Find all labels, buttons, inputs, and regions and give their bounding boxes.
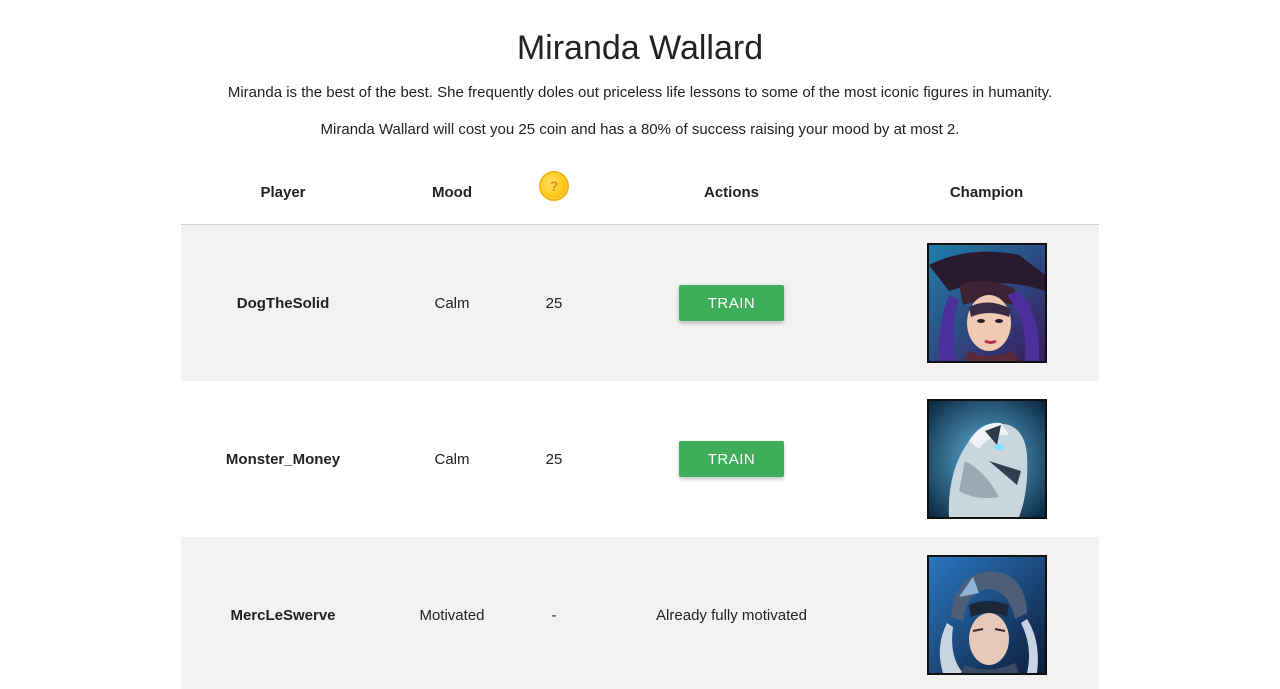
player-name: MercLeSwerve [230, 606, 336, 624]
hatted-sharpshooter-portrait-icon [926, 243, 1047, 363]
trainer-page: Miranda Wallard Miranda is the best of t… [0, 0, 1280, 689]
column-header-coin: ? [519, 160, 589, 224]
table-row: MercLeSwerve Motivated - Already fully m… [181, 537, 1099, 689]
players-table: Player Mood ? Actions Champion DogTheSol… [181, 160, 1099, 689]
player-mood: Calm [434, 450, 470, 468]
trainer-description: Miranda is the best of the best. She fre… [227, 84, 1053, 101]
table-row: Monster_Money Calm 25 TRAIN [181, 381, 1099, 537]
train-button[interactable]: TRAIN [679, 285, 784, 321]
trainer-cost-line: Miranda Wallard will cost you 25 coin an… [320, 121, 960, 138]
player-mood: Calm [434, 294, 470, 312]
player-name: Monster_Money [225, 450, 341, 468]
column-header-actions: Actions [703, 183, 759, 201]
training-cost: 25 [545, 450, 563, 468]
column-header-champion: Champion [949, 183, 1024, 201]
champion-cell [874, 381, 1099, 537]
actions-cell: TRAIN [589, 225, 874, 381]
table-header: Player Mood ? Actions Champion [181, 160, 1099, 225]
champion-cell [874, 225, 1099, 381]
column-header-mood: Mood [432, 183, 472, 201]
training-cost: - [551, 606, 557, 624]
actions-status-text: Already fully motivated [656, 606, 807, 624]
actions-cell: TRAIN [589, 381, 874, 537]
page-title: Miranda Wallard [516, 29, 764, 67]
coin-icon: ? [539, 171, 569, 201]
wolf-portrait-icon [926, 399, 1047, 519]
player-name: DogTheSolid [236, 294, 330, 312]
champion-cell [874, 537, 1099, 689]
table-row: DogTheSolid Calm 25 TRAIN [181, 225, 1099, 381]
train-button[interactable]: TRAIN [679, 441, 784, 477]
player-mood: Motivated [419, 606, 485, 624]
column-header-player: Player [260, 183, 306, 201]
helmeted-warrior-portrait-icon [926, 555, 1047, 675]
training-cost: 25 [545, 294, 563, 312]
